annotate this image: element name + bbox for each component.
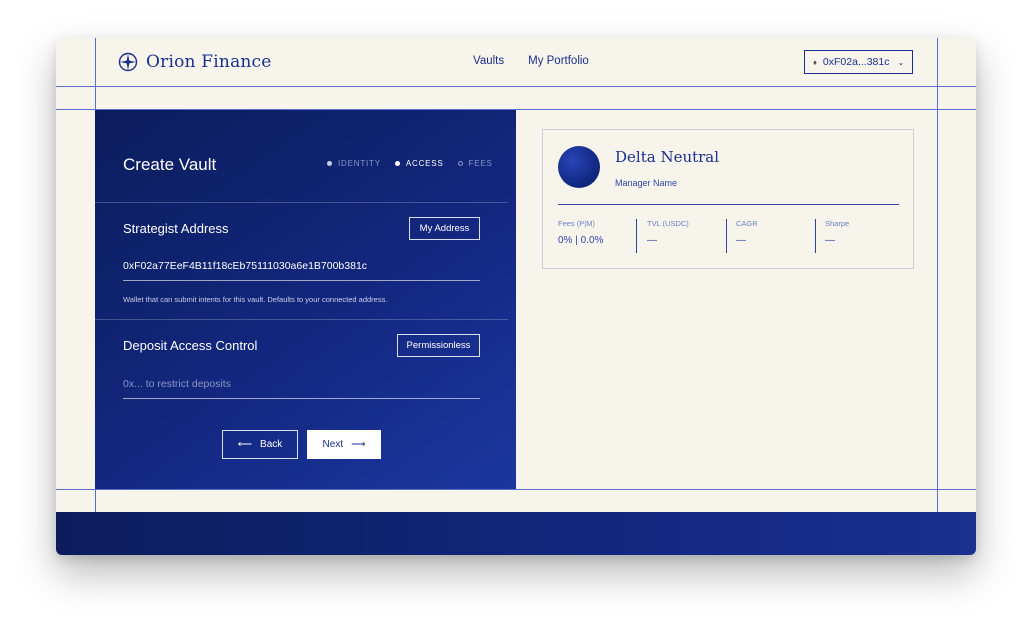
strategist-hint: Wallet that can submit intents for this … <box>123 295 388 304</box>
create-vault-panel: Create Vault IDENTITY ACCESS FEES Strate… <box>95 110 516 489</box>
stat-value: — <box>647 235 657 246</box>
vault-preview-card: Delta Neutral Manager Name Fees (P|M) 0%… <box>542 129 914 269</box>
grid-line <box>56 86 976 87</box>
chevron-down-icon: ⌄ <box>897 57 905 67</box>
divider <box>95 202 508 203</box>
grid-line <box>56 489 976 490</box>
step-dot-icon <box>327 161 332 166</box>
footer-band <box>56 512 976 555</box>
app-window: Orion Finance Vaults My Portfolio ♦ 0xF0… <box>56 38 976 555</box>
nav-vaults[interactable]: Vaults <box>473 55 504 67</box>
step-dot-icon <box>457 161 463 166</box>
step-dot-icon <box>394 161 400 166</box>
stat-value: 0% | 0.0% <box>558 235 604 246</box>
stat-cagr: CAGR — <box>736 219 758 253</box>
top-nav: Vaults My Portfolio <box>473 55 589 67</box>
brand-logo[interactable]: Orion Finance <box>118 52 272 72</box>
stat-fees: Fees (P|M) 0% | 0.0% <box>558 219 603 253</box>
stat-label: Fees (P|M) <box>558 219 595 228</box>
ethereum-icon: ♦ <box>812 57 817 67</box>
next-button[interactable]: Next ⟶ <box>307 430 381 459</box>
brand-name: Orion Finance <box>146 52 272 72</box>
nav-my-portfolio[interactable]: My Portfolio <box>528 55 589 67</box>
step-label: IDENTITY <box>338 159 381 168</box>
arrow-left-icon: ⟵ <box>237 439 253 450</box>
step-label: ACCESS <box>405 159 444 168</box>
stat-divider <box>726 219 727 253</box>
stat-tvl: TVL (USDC) — <box>647 219 689 253</box>
stat-label: TVL (USDC) <box>647 219 689 228</box>
stat-value: — <box>736 235 746 246</box>
stat-sharpe: Sharpe — <box>825 219 849 253</box>
back-label: Back <box>260 439 283 450</box>
vault-stats: Fees (P|M) 0% | 0.0% TVL (USDC) — CAGR —… <box>558 219 899 253</box>
step-identity[interactable]: IDENTITY <box>327 159 381 168</box>
wallet-address: 0xF02a...381c <box>822 56 890 68</box>
step-indicator: IDENTITY ACCESS FEES <box>327 159 493 168</box>
strategist-address-label: Strategist Address <box>123 221 229 236</box>
step-access[interactable]: ACCESS <box>394 159 444 168</box>
vault-name: Delta Neutral <box>615 148 720 166</box>
back-button[interactable]: ⟵ Back <box>222 430 298 459</box>
stat-value: — <box>825 235 835 246</box>
arrow-right-icon: ⟶ <box>351 439 366 450</box>
manager-name: Manager Name <box>615 178 678 188</box>
strategist-address-field[interactable]: 0xF02a77EeF4B11f18cEb75111030a6e1B700b38… <box>123 260 480 281</box>
permissionless-button[interactable]: Permissionless <box>397 334 480 357</box>
compass-icon <box>118 52 138 72</box>
my-address-button[interactable]: My Address <box>409 217 480 240</box>
step-label: FEES <box>468 159 493 168</box>
step-fees[interactable]: FEES <box>457 159 493 168</box>
stat-label: Sharpe <box>825 219 850 228</box>
wallet-button[interactable]: ♦ 0xF02a...381c ⌄ <box>804 50 913 74</box>
stat-divider <box>636 219 637 253</box>
grid-line <box>937 38 938 555</box>
page-title: Create Vault <box>123 155 217 174</box>
stat-label: CAGR <box>736 219 758 228</box>
deposit-address-input[interactable]: 0x... to restrict deposits <box>123 378 480 399</box>
deposit-access-label: Deposit Access Control <box>123 338 258 353</box>
divider <box>558 204 899 205</box>
vault-avatar <box>558 146 600 188</box>
next-label: Next <box>322 439 344 450</box>
stat-divider <box>815 219 816 253</box>
divider <box>95 319 508 320</box>
